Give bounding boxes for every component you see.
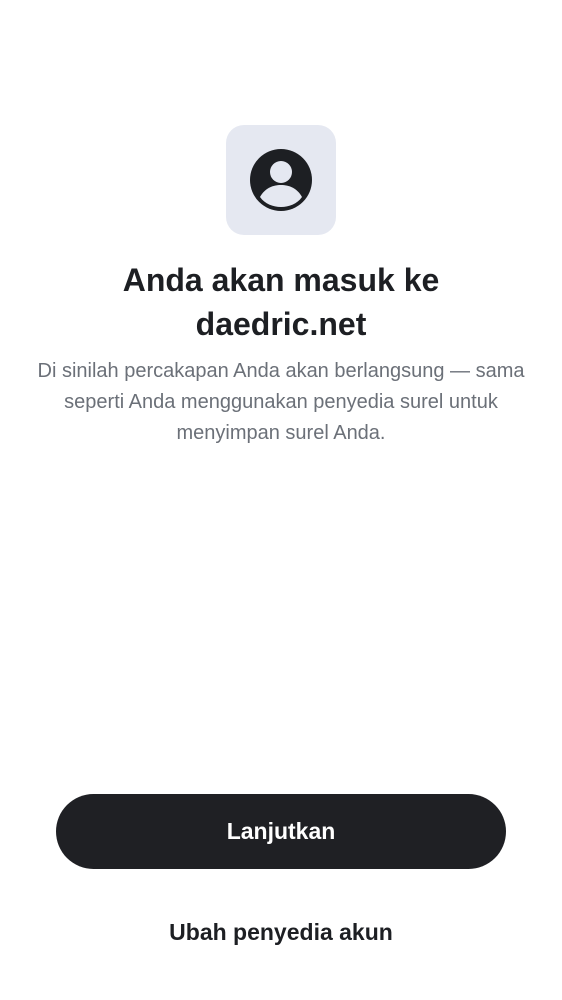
avatar-tile bbox=[226, 125, 336, 235]
page-title: Anda akan masuk ke daedric.net bbox=[122, 262, 440, 342]
change-provider-button[interactable]: Ubah penyedia akun bbox=[120, 910, 442, 954]
continue-button[interactable]: Lanjutkan bbox=[56, 794, 506, 869]
signin-screen: Anda akan masuk ke daedric.net Di sinila… bbox=[0, 0, 562, 1000]
page-description: Di sinilah percakapan Anda akan berlangs… bbox=[37, 360, 525, 444]
user-circle-icon bbox=[250, 149, 312, 211]
